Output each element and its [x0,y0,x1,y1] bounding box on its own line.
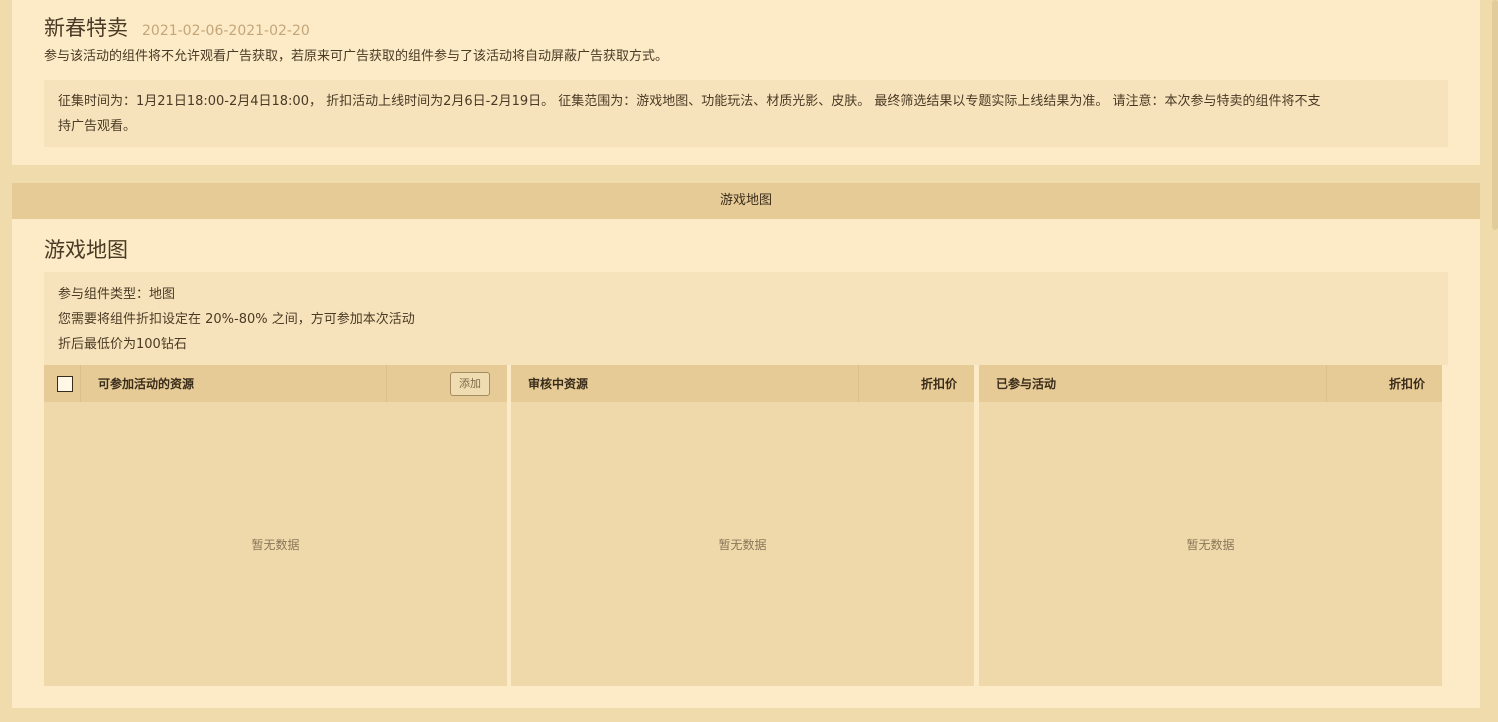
reviewing-resources-panel: 审核中资源 折扣价 暂无数据 [511,365,974,686]
activity-subtitle: 参与该活动的组件将不允许观看广告获取，若原来可广告获取的组件参与了该活动将自动屏… [44,49,669,64]
rule-line: 折后最低价为100钻石 [58,337,187,352]
column-divider [386,365,387,402]
joined-activity-panel: 已参与活动 折扣价 暂无数据 [979,365,1442,686]
available-resources-label: 可参加活动的资源 [98,377,195,391]
joined-empty-text: 暂无数据 [1186,537,1235,552]
tab-game-map[interactable]: 游戏地图 [720,193,772,208]
column-divider [1326,365,1327,402]
activity-notice: 征集时间为：1月21日18:00-2月4日18:00， 折扣活动上线时间为2月6… [44,80,1448,147]
reviewing-resources-label: 审核中资源 [528,377,589,391]
column-divider [858,365,859,402]
page-scrollbar[interactable] [1492,0,1498,230]
column-divider [80,365,81,402]
activity-date-range: 2021-02-06-2021-02-20 [142,23,310,39]
joined-activity-label: 已参与活动 [996,377,1057,391]
available-empty-text: 暂无数据 [251,537,300,552]
available-resources-header: 可参加活动的资源 添加 [44,365,507,402]
activity-card: 新春特卖 2021-02-06-2021-02-20 参与该活动的组件将不允许观… [12,0,1480,165]
category-tabbar: 游戏地图 [12,183,1480,219]
notice-line: 征集时间为：1月21日18:00-2月4日18:00， 折扣活动上线时间为2月6… [58,94,1321,109]
reviewing-empty-text: 暂无数据 [718,537,767,552]
available-resources-panel: 可参加活动的资源 添加 暂无数据 [44,365,507,686]
section-title: 游戏地图 [44,238,128,262]
page: 新春特卖 2021-02-06-2021-02-20 参与该活动的组件将不允许观… [0,0,1498,722]
reviewing-resources-header: 审核中资源 折扣价 [511,365,974,402]
section-rules: 参与组件类型：地图 您需要将组件折扣设定在 20%-80% 之间，方可参加本次活… [44,272,1448,365]
notice-line: 持广告观看。 [58,119,137,134]
joined-activity-header: 已参与活动 折扣价 [979,365,1442,402]
add-button[interactable]: 添加 [450,372,490,396]
joined-price-label: 折扣价 [1388,377,1425,391]
rule-line: 参与组件类型：地图 [58,287,176,302]
activity-title: 新春特卖 [44,16,128,40]
rule-line: 您需要将组件折扣设定在 20%-80% 之间，方可参加本次活动 [58,312,415,327]
reviewing-price-label: 折扣价 [920,377,957,391]
select-all-checkbox[interactable] [57,375,73,392]
activity-title-row: 新春特卖 2021-02-06-2021-02-20 [44,12,310,42]
section-card: 游戏地图 参与组件类型：地图 您需要将组件折扣设定在 20%-80% 之间，方可… [12,219,1480,708]
